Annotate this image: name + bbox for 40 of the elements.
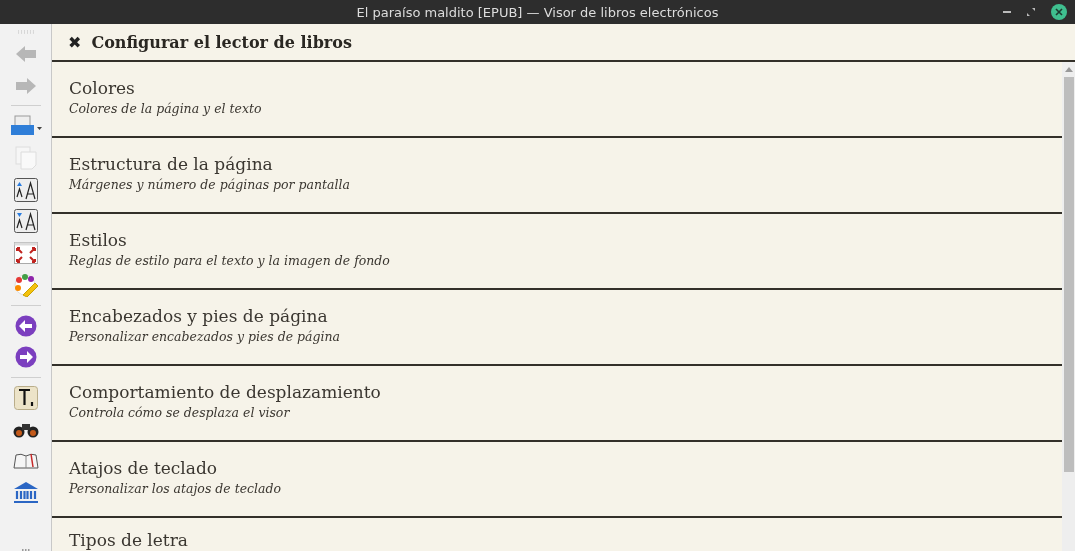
settings-section[interactable]: Encabezados y pies de página Personalizar encabezados y pies de página <box>52 290 1062 366</box>
settings-section[interactable]: Atajos de teclado Personalizar los atajos de teclado <box>52 442 1062 518</box>
fullscreen-icon <box>13 242 38 265</box>
open-book-icon <box>12 451 39 472</box>
section-title: Estilos <box>69 229 127 251</box>
font-smaller-icon <box>13 209 38 234</box>
close-icon[interactable] <box>1051 4 1067 20</box>
printer-icon <box>9 115 42 138</box>
settings-section[interactable]: Tipos de letra <box>52 518 1062 551</box>
settings-section[interactable]: Comportamiento de desplazamiento Controla cómo se desplaza el visor <box>52 366 1062 442</box>
pages-icon <box>14 145 37 170</box>
paint-palette-icon <box>12 272 39 297</box>
window-title: El paraíso maldito [EPUB] — Visor de libros electrónicos <box>356 4 719 20</box>
letter-tile-icon <box>13 385 38 410</box>
settings-section[interactable]: Estilos Reglas de estilo para el texto y la imagen de fondo <box>52 214 1062 290</box>
section-description: Márgenes y número de páginas por pantalla <box>69 176 350 194</box>
section-description: Colores de la página y el texto <box>69 100 262 118</box>
restore-icon[interactable] <box>1027 8 1035 16</box>
right-arrow-icon <box>14 76 37 95</box>
close-button[interactable]: ✖ <box>68 32 82 52</box>
section-title: Colores <box>69 77 135 99</box>
panel-title: Configurar el lector de libros <box>91 32 352 52</box>
section-title: Atajos de teclado <box>69 457 218 479</box>
library-building-icon <box>12 481 39 506</box>
section-title: Comportamiento de desplazamiento <box>69 381 381 403</box>
scrollbar-thumb[interactable] <box>1063 77 1074 472</box>
section-description: Personalizar los atajos de teclado <box>69 480 282 498</box>
font-larger-icon <box>13 177 38 202</box>
section-title: Tipos de letra <box>69 529 188 551</box>
left-arrow-icon <box>14 44 37 63</box>
section-title: Estructura de la página <box>69 153 273 175</box>
settings-section[interactable]: Estructura de la página Márgenes y número de páginas por pantalla <box>52 138 1062 214</box>
right-arrow-circle-icon <box>14 346 37 369</box>
section-description: Controla cómo se desplaza el visor <box>69 404 290 422</box>
left-arrow-circle-icon <box>14 314 37 337</box>
section-title: Encabezados y pies de página <box>69 305 328 327</box>
scrollbar[interactable] <box>1062 62 1075 551</box>
section-description: Personalizar encabezados y pies de página <box>69 328 341 346</box>
settings-section[interactable]: Colores Colores de la página y el texto <box>52 62 1062 138</box>
section-description: Reglas de estilo para el texto y la imagen de fondo <box>69 252 390 270</box>
